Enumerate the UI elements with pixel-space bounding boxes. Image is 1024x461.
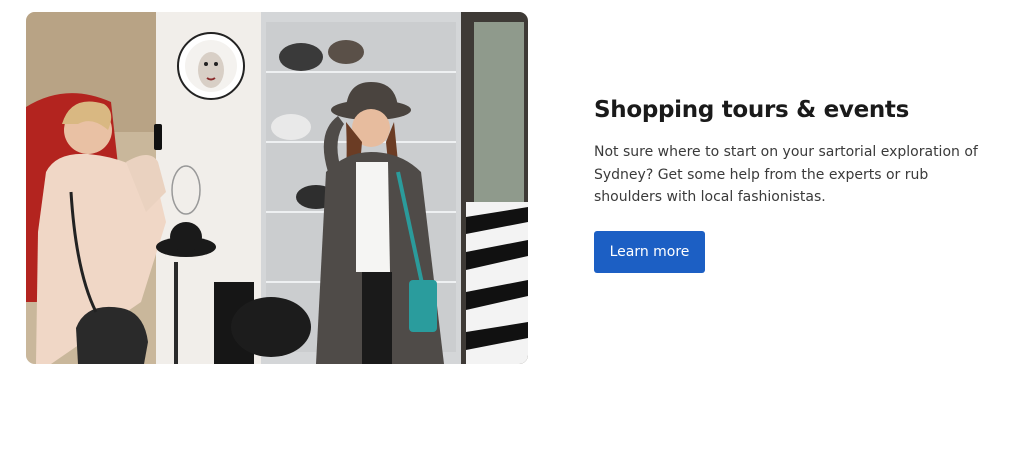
feature-content: Shopping tours & events Not sure where t… <box>594 94 994 273</box>
section-heading: Shopping tours & events <box>594 97 910 123</box>
feature-section: Shopping tours & events Not sure where t… <box>0 0 1024 461</box>
section-description: Not sure where to start on your sartoria… <box>594 144 978 205</box>
learn-more-button[interactable]: Learn more <box>594 230 705 273</box>
shopping-photo <box>26 12 528 364</box>
clock-icon <box>177 32 245 100</box>
